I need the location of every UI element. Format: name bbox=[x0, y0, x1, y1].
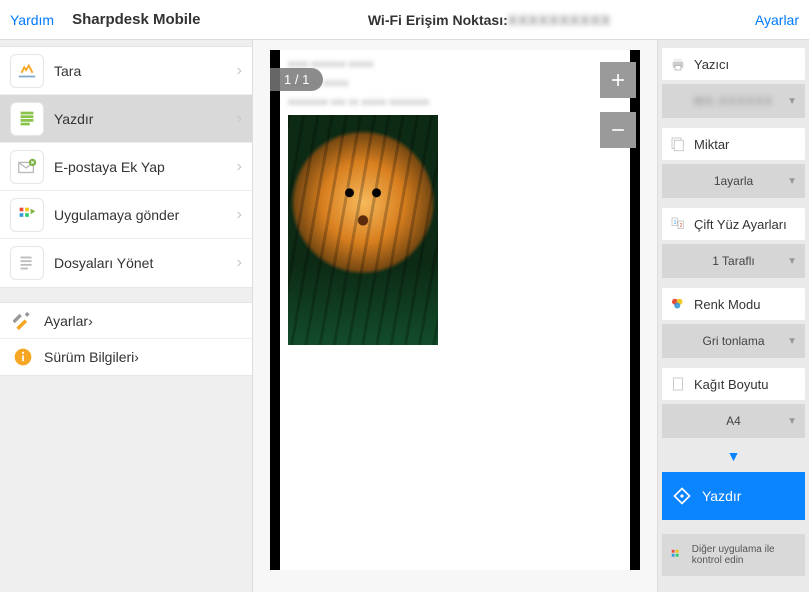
document-image bbox=[288, 115, 438, 345]
dropdown-icon: ▼ bbox=[787, 96, 797, 107]
setting-label: Miktar bbox=[694, 137, 729, 152]
chevron-right-icon: › bbox=[134, 349, 139, 365]
tools-icon bbox=[12, 310, 34, 332]
setting-value-text: Gri tonlama bbox=[702, 334, 764, 348]
setting-label: Kağıt Boyutu bbox=[694, 377, 768, 392]
svg-text:1: 1 bbox=[674, 220, 677, 226]
setting-value-text: MX-XXXXXX bbox=[694, 94, 773, 108]
doc-meta-line: xxxx xx xxxxx bbox=[288, 77, 622, 90]
preview-area: 1 / 1 xxxx xxxxxxx xxxxx xxxx xx xxxxx x… bbox=[253, 40, 657, 592]
sidebar-item-label: Yazdır bbox=[54, 111, 93, 127]
setting-duplex-value[interactable]: 1 Taraflı ▼ bbox=[662, 244, 805, 278]
setting-value-text: 1ayarla bbox=[714, 174, 753, 188]
print-action-icon bbox=[672, 486, 692, 506]
setting-label: Yazıcı bbox=[694, 57, 729, 72]
expand-settings-icon[interactable]: ▼ bbox=[662, 448, 805, 464]
sidebar-item-settings[interactable]: Ayarlar › bbox=[0, 303, 252, 339]
chevron-right-icon: › bbox=[237, 62, 242, 80]
setting-duplex-header: 12 Çift Yüz Ayarları bbox=[662, 208, 805, 240]
paper-size-icon bbox=[668, 374, 688, 394]
sidebar-item-label: Dosyaları Yönet bbox=[54, 255, 153, 271]
setting-label: Renk Modu bbox=[694, 297, 760, 312]
setting-value-text: A4 bbox=[726, 414, 741, 428]
sidebar-item-files[interactable]: Dosyaları Yönet › bbox=[0, 239, 252, 287]
page-counter: 1 / 1 bbox=[270, 68, 323, 91]
files-icon bbox=[10, 246, 44, 280]
other-app-button[interactable]: Diğer uygulama ile kontrol edin bbox=[662, 534, 805, 576]
sidebar-item-version[interactable]: Sürüm Bilgileri › bbox=[0, 339, 252, 375]
apps-grid-icon bbox=[670, 546, 684, 564]
svg-text:2: 2 bbox=[680, 223, 683, 229]
chevron-right-icon: › bbox=[237, 254, 242, 272]
print-button[interactable]: Yazdır bbox=[662, 472, 805, 520]
send-app-icon bbox=[10, 198, 44, 232]
setting-value-text: 1 Taraflı bbox=[712, 254, 754, 268]
setting-quantity-value[interactable]: 1ayarla ▼ bbox=[662, 164, 805, 198]
zoom-in-button[interactable] bbox=[600, 62, 636, 98]
sidebar-item-email[interactable]: E-postaya Ek Yap › bbox=[0, 143, 252, 191]
duplex-icon: 12 bbox=[668, 214, 688, 234]
quantity-icon bbox=[668, 134, 688, 154]
setting-label: Çift Yüz Ayarları bbox=[694, 217, 787, 232]
dropdown-icon: ▼ bbox=[787, 256, 797, 267]
print-button-label: Yazdır bbox=[702, 488, 741, 504]
print-settings-panel: Yazıcı MX-XXXXXX ▼ Miktar 1ayarla ▼ 12 Ç… bbox=[657, 40, 809, 592]
sidebar-item-label: Ayarlar bbox=[44, 313, 88, 329]
sidebar-item-scan[interactable]: Tara › bbox=[0, 47, 252, 95]
wifi-label: Wi-Fi Erişim Noktası: bbox=[368, 12, 508, 28]
sidebar-item-label: Tara bbox=[54, 63, 81, 79]
sidebar-main-group: Tara › Yazdır › E-postaya Ek Yap › bbox=[0, 46, 252, 288]
sidebar-item-label: Uygulamaya gönder bbox=[54, 207, 179, 223]
sidebar-item-label: E-postaya Ek Yap bbox=[54, 159, 165, 175]
dropdown-icon: ▼ bbox=[787, 416, 797, 427]
other-app-label: Diğer uygulama ile kontrol edin bbox=[692, 544, 797, 566]
setting-quantity-header: Miktar bbox=[662, 128, 805, 160]
scan-icon bbox=[10, 54, 44, 88]
sidebar-secondary-group: Ayarlar › Sürüm Bilgileri › bbox=[0, 302, 252, 376]
top-bar: Yardım Sharpdesk Mobile Wi-Fi Erişim Nok… bbox=[0, 0, 809, 40]
chevron-right-icon: › bbox=[237, 110, 242, 128]
dropdown-icon: ▼ bbox=[787, 176, 797, 187]
sidebar-item-label: Sürüm Bilgileri bbox=[44, 349, 134, 365]
setting-color-header: Renk Modu bbox=[662, 288, 805, 320]
zoom-out-button[interactable] bbox=[600, 112, 636, 148]
setting-printer-value[interactable]: MX-XXXXXX ▼ bbox=[662, 84, 805, 118]
color-mode-icon bbox=[668, 294, 688, 314]
sidebar-item-print[interactable]: Yazdır › bbox=[0, 95, 252, 143]
setting-color-value[interactable]: Gri tonlama ▼ bbox=[662, 324, 805, 358]
doc-meta-line: xxxx xxxxxxx xxxxx bbox=[288, 58, 622, 71]
setting-paper-header: Kağıt Boyutu bbox=[662, 368, 805, 400]
setting-printer-header: Yazıcı bbox=[662, 48, 805, 80]
settings-link[interactable]: Ayarlar bbox=[755, 12, 799, 28]
printer-icon bbox=[668, 54, 688, 74]
sidebar: Tara › Yazdır › E-postaya Ek Yap › bbox=[0, 40, 253, 592]
chevron-right-icon: › bbox=[237, 206, 242, 224]
chevron-right-icon: › bbox=[88, 313, 93, 329]
print-icon bbox=[10, 102, 44, 136]
chevron-right-icon: › bbox=[237, 158, 242, 176]
setting-paper-value[interactable]: A4 ▼ bbox=[662, 404, 805, 438]
wifi-value: XXXXXXXXXX bbox=[508, 12, 611, 28]
wifi-status: Wi-Fi Erişim Noktası:XXXXXXXXXX bbox=[250, 12, 729, 28]
email-icon bbox=[10, 150, 44, 184]
doc-meta-line: xxxxxxxx xxx xx xxxxx xxxxxxxx bbox=[288, 96, 622, 109]
document-page[interactable]: xxxx xxxxxxx xxxxx xxxx xx xxxxx xxxxxxx… bbox=[270, 50, 640, 570]
help-link[interactable]: Yardım bbox=[10, 12, 54, 28]
sidebar-item-send-app[interactable]: Uygulamaya gönder › bbox=[0, 191, 252, 239]
dropdown-icon: ▼ bbox=[787, 336, 797, 347]
info-icon bbox=[12, 346, 34, 368]
app-title: Sharpdesk Mobile bbox=[72, 11, 200, 28]
